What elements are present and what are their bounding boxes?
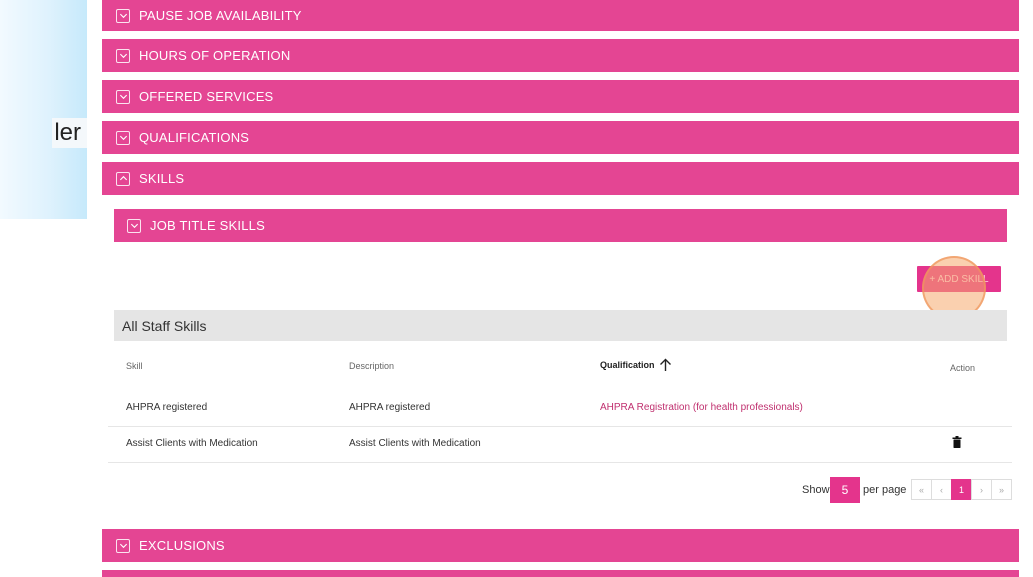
pagination-per-page-label: per page xyxy=(863,484,907,496)
add-skill-button[interactable]: + ADD SKILL xyxy=(917,266,1001,292)
accordion-label: HOURS OF OPERATION xyxy=(139,48,291,63)
cell-skill: AHPRA registered xyxy=(126,402,208,413)
chevron-down-icon xyxy=(116,130,130,145)
accordion-label: JOB TITLE SKILLS xyxy=(150,218,265,233)
first-page-button[interactable]: « xyxy=(911,479,932,500)
column-header-description: Description xyxy=(349,361,395,371)
accordion-skills[interactable]: SKILLS xyxy=(102,162,1019,195)
row-divider xyxy=(108,462,1012,463)
last-page-button[interactable]: » xyxy=(991,479,1012,500)
accordion-exclusions[interactable]: EXCLUSIONS xyxy=(102,529,1019,562)
chevron-up-icon xyxy=(116,171,130,186)
accordion-label: SKILLS xyxy=(139,171,185,186)
chevron-down-icon xyxy=(116,89,130,104)
cell-description: AHPRA registered xyxy=(349,402,431,413)
accordion-qualifications[interactable]: QUALIFICATIONS xyxy=(102,121,1019,154)
column-header-action: Action xyxy=(950,363,976,373)
next-page-button[interactable]: › xyxy=(971,479,992,500)
cell-skill: Assist Clients with Medication xyxy=(126,438,258,449)
chevron-down-icon xyxy=(116,48,130,63)
left-panel-text: ler xyxy=(52,118,87,148)
chevron-down-icon xyxy=(116,8,130,23)
accordion-label: EXCLUSIONS xyxy=(139,538,225,553)
left-panel: ler xyxy=(0,0,87,219)
column-header-qualification[interactable]: Qualification xyxy=(600,358,672,372)
cell-description: Assist Clients with Medication xyxy=(349,438,481,449)
column-header-label: Qualification xyxy=(600,360,655,370)
row-divider xyxy=(108,426,1012,427)
accordion-hours-of-operation[interactable]: HOURS OF OPERATION xyxy=(102,39,1019,72)
page-1-button[interactable]: 1 xyxy=(951,479,972,500)
accordion-label: PAUSE JOB AVAILABILITY xyxy=(139,8,302,23)
prev-page-button[interactable]: ‹ xyxy=(931,479,952,500)
accordion-label: QUALIFICATIONS xyxy=(139,130,250,145)
cell-qualification-link[interactable]: AHPRA Registration (for health professio… xyxy=(600,402,803,413)
accordion-label: OFFERED SERVICES xyxy=(139,89,274,104)
trash-icon[interactable] xyxy=(952,436,962,448)
chevron-down-icon xyxy=(127,218,141,233)
accordion-offered-services[interactable]: OFFERED SERVICES xyxy=(102,80,1019,113)
arrow-up-icon xyxy=(659,358,671,371)
column-header-skill: Skill xyxy=(126,361,143,371)
accordion-job-title-skills[interactable]: JOB TITLE SKILLS xyxy=(114,209,1007,242)
table-title: All Staff Skills xyxy=(114,310,1007,341)
accordion-next-partial[interactable] xyxy=(102,570,1019,577)
pagination-show-label: Show xyxy=(802,484,830,496)
chevron-down-icon xyxy=(116,538,130,553)
accordion-pause-job-availability[interactable]: PAUSE JOB AVAILABILITY xyxy=(102,0,1019,31)
per-page-select[interactable]: 5 xyxy=(830,477,860,503)
